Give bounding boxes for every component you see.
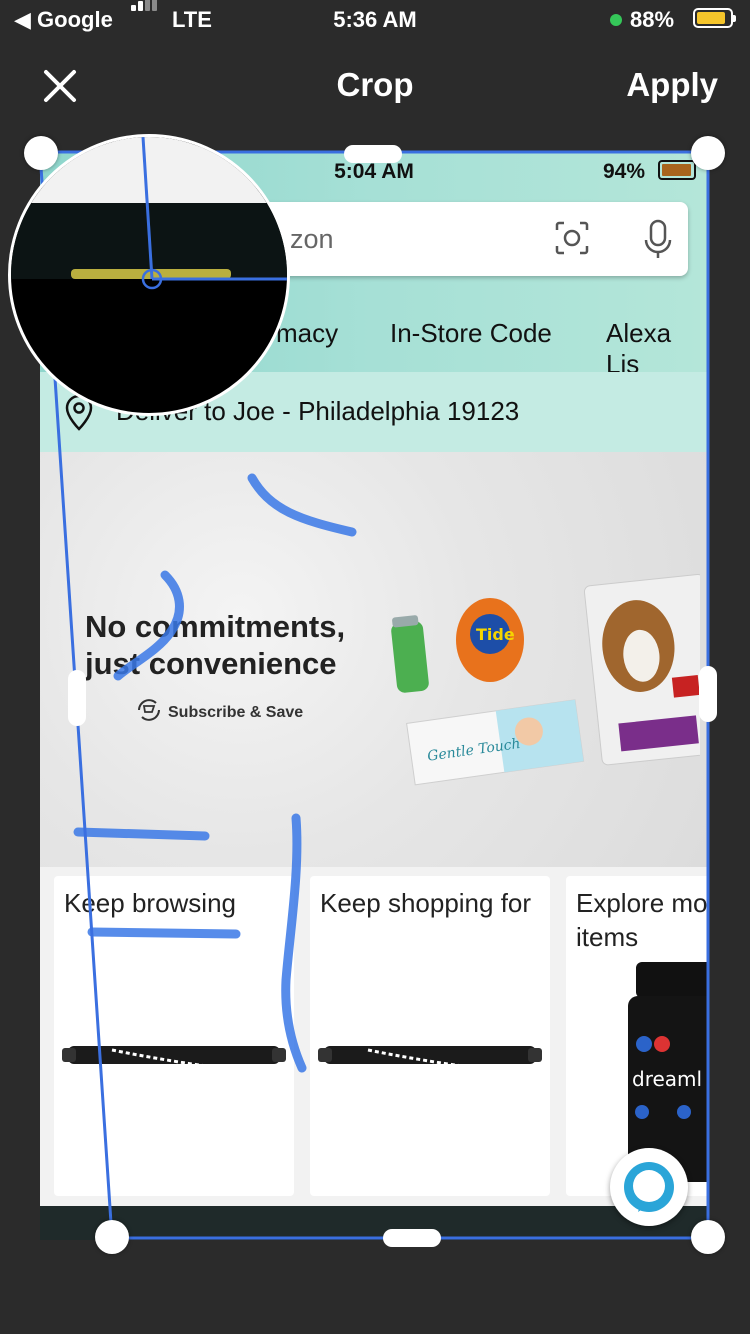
- magnifier-loupe: [8, 134, 290, 416]
- crop-handle-bottom-left[interactable]: [95, 1220, 129, 1254]
- crop-handle-bottom-right[interactable]: [691, 1220, 725, 1254]
- magnifier-crosshair: [141, 137, 287, 290]
- crop-edge-handle-top[interactable]: [344, 145, 402, 163]
- crop-edge-handle-bottom[interactable]: [383, 1229, 441, 1247]
- crop-edge-handle-right[interactable]: [699, 666, 717, 722]
- crop-edge-handle-left[interactable]: [68, 670, 86, 726]
- alexa-icon: [624, 1162, 674, 1212]
- crop-handle-top-right[interactable]: [691, 136, 725, 170]
- alexa-button[interactable]: [610, 1148, 688, 1226]
